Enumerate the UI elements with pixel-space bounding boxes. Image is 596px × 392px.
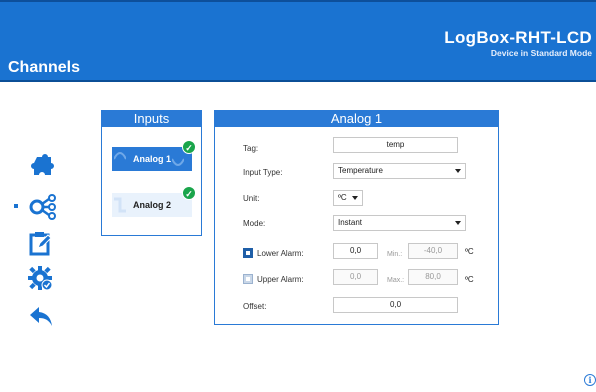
upper-alarm-input[interactable]: 0,0: [333, 269, 378, 285]
min-label: Min.:: [387, 251, 403, 258]
tag-input[interactable]: temp: [333, 137, 458, 153]
mode-select[interactable]: Instant: [333, 215, 466, 231]
analog-panel-title: Analog 1: [215, 111, 498, 127]
tag-label: Tag:: [243, 144, 259, 153]
active-indicator: [14, 204, 18, 208]
puzzle-icon: [31, 154, 54, 175]
upper-alarm-label: Upper Alarm:: [257, 275, 304, 284]
nav-item-channels[interactable]: [10, 192, 70, 222]
min-value-field: -40,0: [408, 243, 458, 259]
status-ok-icon: ✓: [182, 140, 196, 154]
page-title: Channels: [8, 59, 81, 76]
header-divider: [0, 80, 596, 82]
device-mode-status: Device in Standard Mode: [490, 48, 592, 58]
lower-alarm-input[interactable]: 0,0: [333, 243, 378, 259]
app-header: Channels LogBox-RHT-LCD Device in Standa…: [0, 0, 596, 80]
inputs-panel: Inputs Analog 1 ✓ Analog 2 ✓: [101, 110, 202, 236]
input-type-value: Temperature: [338, 166, 383, 175]
mode-label: Mode:: [243, 219, 266, 228]
app-title: LogBox-RHT-LCD: [444, 28, 592, 47]
settings-icon: [28, 266, 53, 291]
input-type-label: Input Type:: [243, 168, 283, 177]
mode-value: Instant: [338, 218, 363, 227]
max-value-field: 80,0: [408, 269, 458, 285]
input-tile-analog-2[interactable]: Analog 2 ✓: [112, 186, 196, 217]
input-label: Analog 1: [132, 154, 171, 164]
input-type-select[interactable]: Temperature: [333, 163, 466, 179]
back-arrow-icon: [30, 307, 52, 326]
offset-input[interactable]: 0,0: [333, 297, 458, 313]
upper-alarm-unit: ºC: [465, 275, 474, 284]
offset-label: Offset:: [243, 302, 267, 311]
nav-item-back[interactable]: [10, 302, 70, 332]
chevron-down-icon: [455, 169, 461, 173]
unit-select[interactable]: ºC: [333, 190, 363, 206]
lower-alarm-label: Lower Alarm:: [257, 249, 304, 258]
checkbox-mark: [246, 277, 250, 281]
channels-icon: [29, 194, 56, 220]
nav-item-edit[interactable]: [10, 228, 70, 258]
status-ok-icon: ✓: [182, 186, 196, 200]
nav-item-settings[interactable]: [10, 264, 70, 294]
inputs-panel-title: Inputs: [102, 111, 201, 127]
edit-icon: [29, 232, 52, 256]
side-nav: [10, 152, 70, 342]
input-label: Analog 2: [132, 200, 171, 210]
max-label: Max.:: [387, 277, 405, 284]
lower-alarm-unit: ºC: [465, 247, 474, 256]
chevron-down-icon: [352, 196, 358, 200]
nav-item-puzzle[interactable]: [10, 152, 70, 182]
info-icon[interactable]: i: [584, 374, 596, 386]
input-tile-analog-1[interactable]: Analog 1 ✓: [112, 140, 196, 171]
wave-decoration: [114, 193, 126, 217]
lower-alarm-checkbox[interactable]: [243, 248, 253, 258]
unit-label: Unit:: [243, 194, 260, 203]
upper-alarm-checkbox[interactable]: [243, 274, 253, 284]
analog-config-panel: Analog 1 Tag: temp Input Type: Temperatu…: [214, 110, 499, 325]
unit-value: ºC: [338, 193, 347, 202]
checkbox-mark: [246, 251, 250, 255]
wave-decoration: [113, 147, 127, 171]
chevron-down-icon: [455, 221, 461, 225]
